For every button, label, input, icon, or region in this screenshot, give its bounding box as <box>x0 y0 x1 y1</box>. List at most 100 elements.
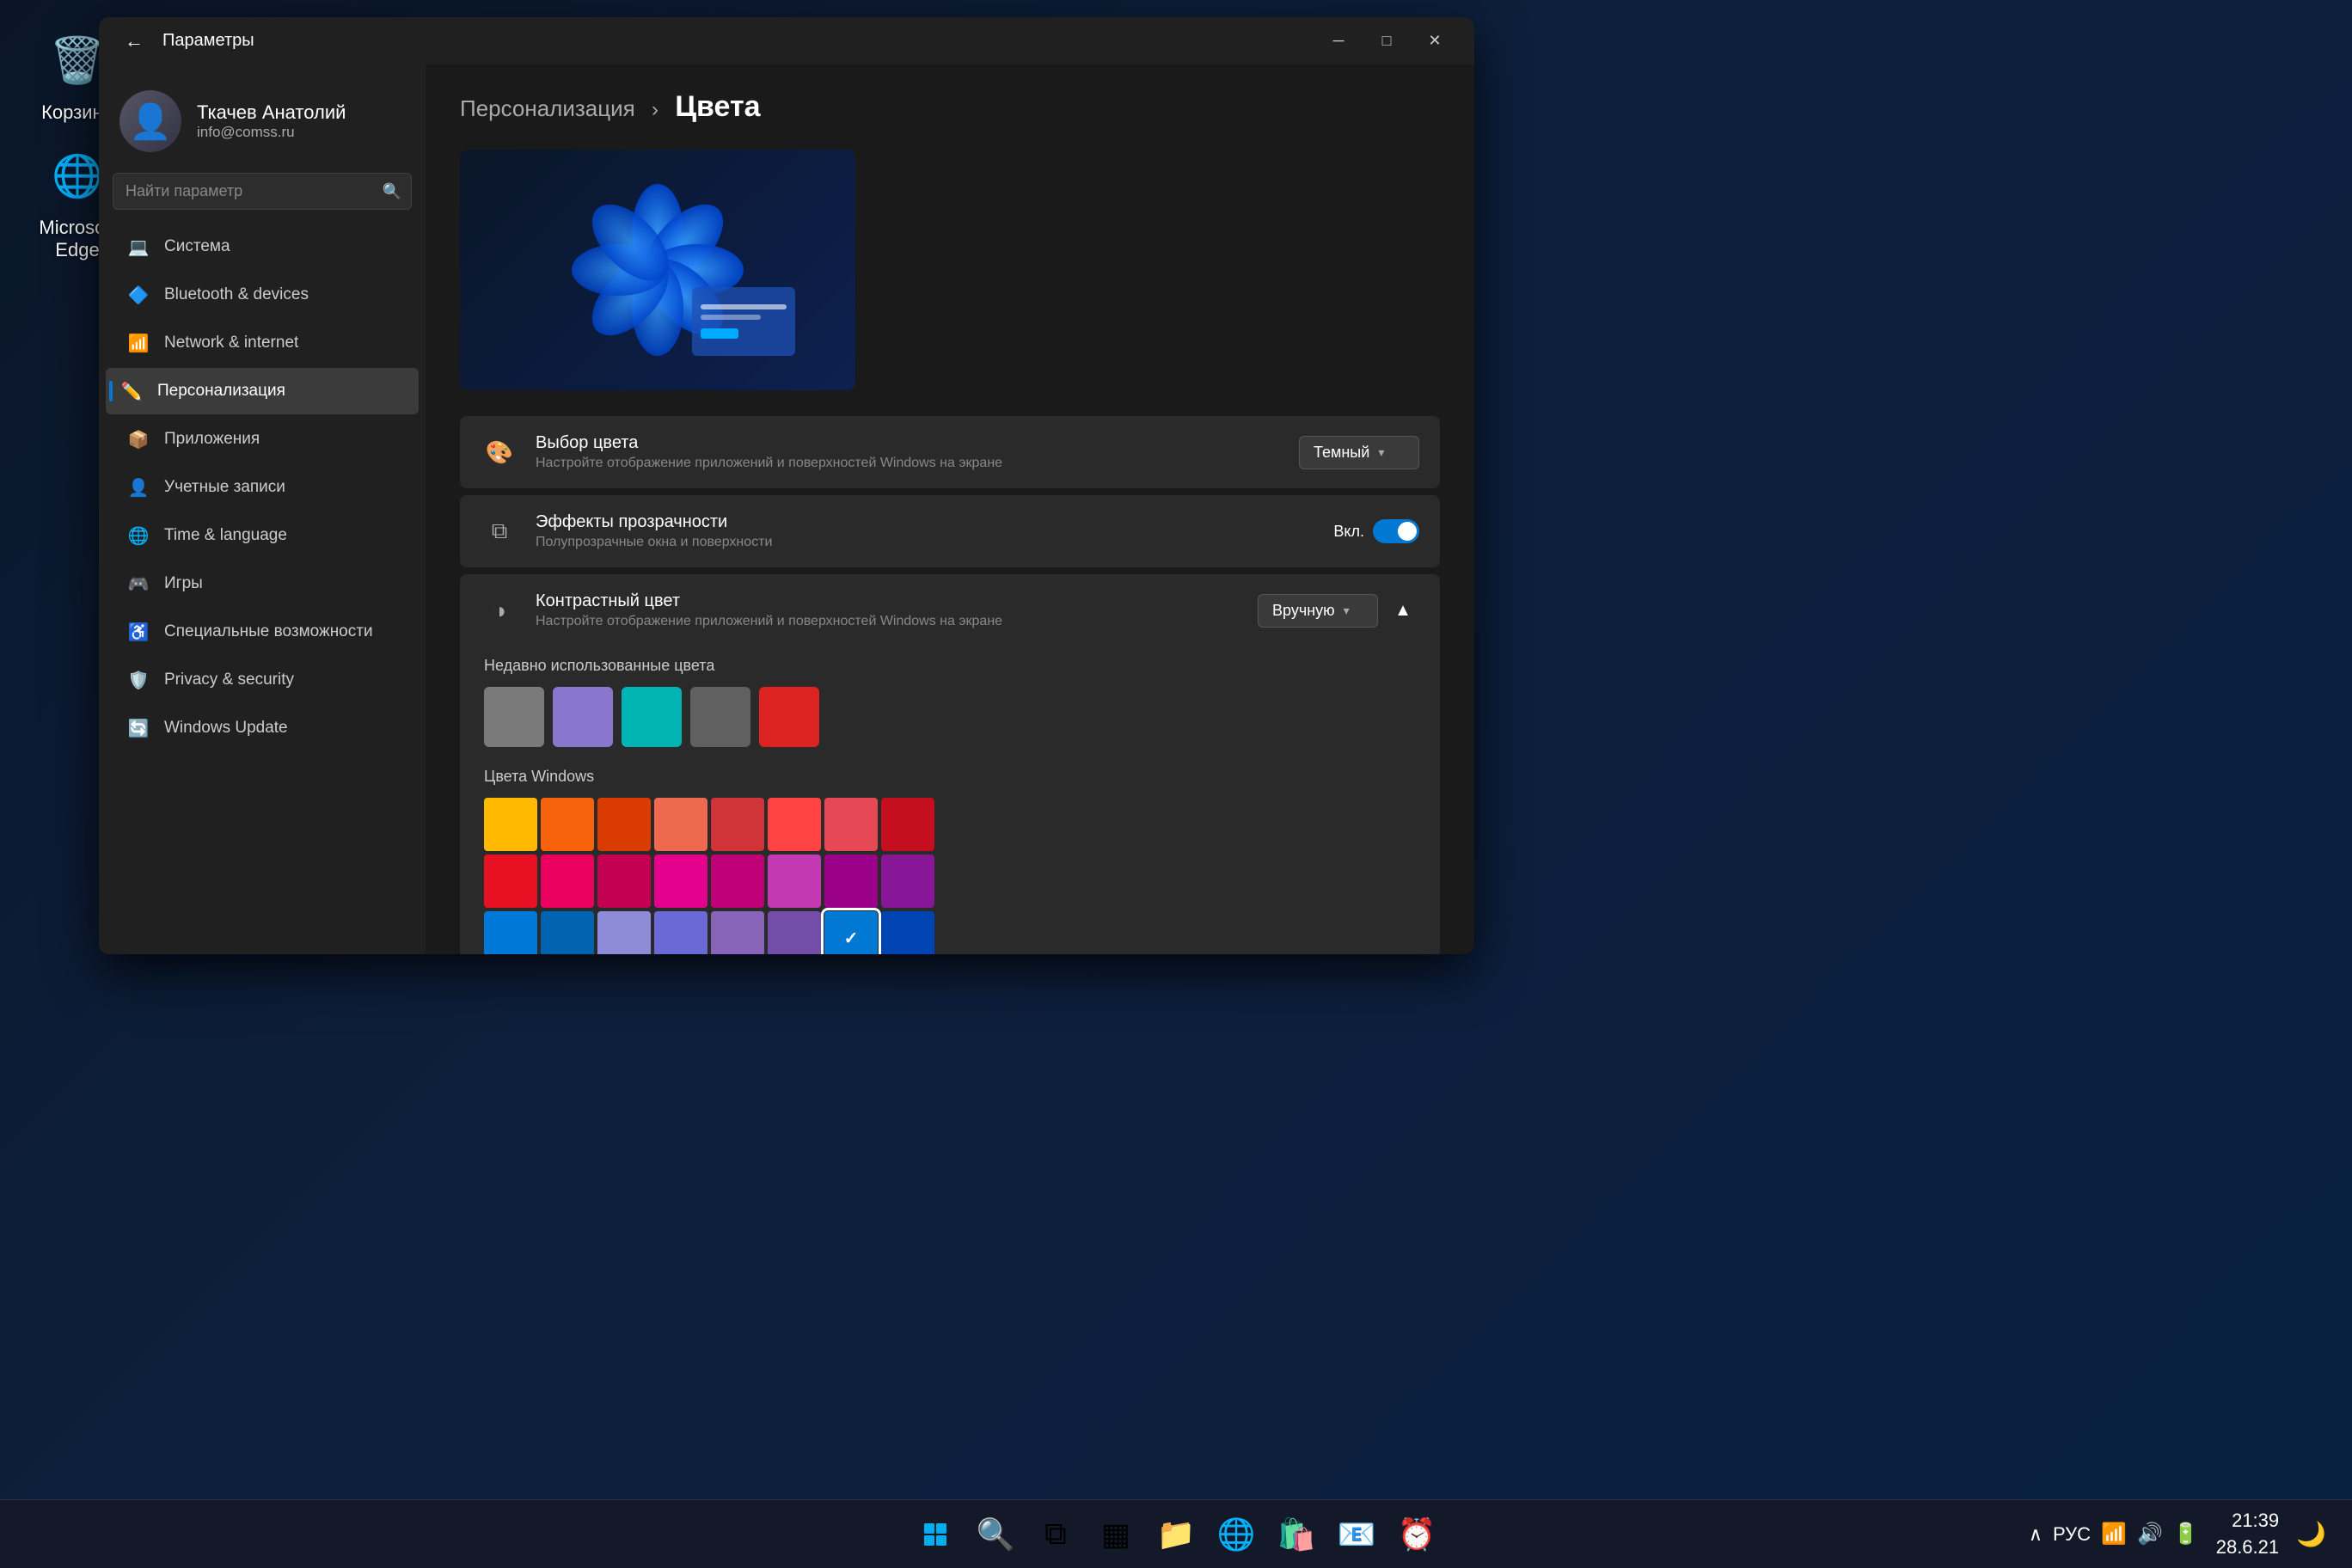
gaming-icon: 🎮 <box>126 572 150 596</box>
sidebar-item-personalization[interactable]: ✏️ Персонализация <box>106 368 419 414</box>
sidebar-item-personalization-label: Персонализация <box>157 382 285 401</box>
color-cell-1-3[interactable] <box>654 854 707 908</box>
sidebar-item-apps[interactable]: 📦 Приложения <box>106 416 419 462</box>
color-cell-1-6[interactable] <box>824 854 878 908</box>
window-controls: ─ □ ✕ <box>1316 25 1457 58</box>
contrast-expanded-section: Недавно использованные цвета Цвета Windo… <box>460 640 1440 954</box>
sidebar-item-time[interactable]: 🌐 Time & language <box>106 512 419 559</box>
breadcrumb-current: Цвета <box>675 90 760 123</box>
color-choice-title: Выбор цвета <box>536 433 1282 453</box>
time-icon: 🌐 <box>126 524 150 548</box>
search-input[interactable] <box>113 173 412 210</box>
minimize-button[interactable]: ─ <box>1316 25 1361 58</box>
contrast-control: Вручную ▾ ▲ <box>1258 594 1419 628</box>
color-cell-0-7[interactable] <box>881 798 934 851</box>
color-cell-1-1[interactable] <box>541 854 594 908</box>
transparency-control: Вкл. <box>1333 519 1419 543</box>
back-button[interactable]: ← <box>116 23 152 59</box>
search-taskbar-button[interactable]: 🔍 <box>970 1509 1021 1560</box>
network-icon: 📶 <box>126 331 150 355</box>
sidebar-item-windows-update[interactable]: 🔄 Windows Update <box>106 705 419 751</box>
color-choice-dropdown[interactable]: Темный ▾ <box>1299 436 1419 469</box>
color-cell-1-2[interactable] <box>597 854 651 908</box>
color-cell-2-4[interactable] <box>711 911 764 954</box>
transparency-toggle[interactable] <box>1373 519 1419 543</box>
maximize-button[interactable]: □ <box>1364 25 1409 58</box>
sidebar-item-bluetooth[interactable]: 🔷 Bluetooth & devices <box>106 272 419 318</box>
sidebar-item-network[interactable]: 📶 Network & internet <box>106 320 419 366</box>
recent-swatch-0[interactable] <box>484 687 544 747</box>
recent-colors-swatches <box>484 687 1416 747</box>
taskbar-center: 🔍 ⧉ ▦ 📁 🌐 🛍️ 📧 ⏰ <box>910 1509 1442 1560</box>
sidebar-item-accessibility[interactable]: ♿ Специальные возможности <box>106 609 419 655</box>
battery-icon[interactable]: 🔋 <box>2173 1522 2199 1547</box>
sidebar: 👤 Ткачев Анатолий info@comss.ru 🔍 💻 С <box>99 64 426 954</box>
color-cell-1-0[interactable] <box>484 854 537 908</box>
color-cell-0-5[interactable] <box>768 798 821 851</box>
color-cell-0-1[interactable] <box>541 798 594 851</box>
color-cell-2-0[interactable] <box>484 911 537 954</box>
mail-button[interactable]: 📧 <box>1331 1509 1382 1560</box>
search-box: 🔍 <box>113 173 412 210</box>
file-explorer-button[interactable]: 📁 <box>1150 1509 1202 1560</box>
sidebar-item-system[interactable]: 💻 Система <box>106 224 419 270</box>
color-cell-2-7[interactable] <box>881 911 934 954</box>
color-cell-1-7[interactable] <box>881 854 934 908</box>
breadcrumb-parent: Персонализация <box>460 95 635 121</box>
sidebar-item-bluetooth-label: Bluetooth & devices <box>164 285 309 304</box>
color-cell-2-6-selected[interactable]: ✓ <box>824 911 878 954</box>
color-cell-2-1[interactable] <box>541 911 594 954</box>
clock-button[interactable]: ⏰ <box>1391 1509 1442 1560</box>
sidebar-item-gaming[interactable]: 🎮 Игры <box>106 560 419 607</box>
color-cell-1-5[interactable] <box>768 854 821 908</box>
user-name: Ткачев Анатолий <box>197 101 405 124</box>
recent-swatch-3[interactable] <box>690 687 750 747</box>
window-title: Параметры <box>162 31 1316 51</box>
contrast-title: Контрастный цвет <box>536 591 1240 611</box>
sidebar-item-system-label: Система <box>164 237 230 256</box>
accounts-icon: 👤 <box>126 475 150 499</box>
start-button[interactable] <box>910 1509 961 1560</box>
windows-update-icon: 🔄 <box>126 716 150 740</box>
recent-swatch-1[interactable] <box>553 687 613 747</box>
notification-icon[interactable]: 🌙 <box>2296 1520 2326 1548</box>
color-cell-2-2[interactable] <box>597 911 651 954</box>
color-cell-2-3[interactable] <box>654 911 707 954</box>
taskbar-language[interactable]: РУС <box>2053 1523 2091 1546</box>
title-bar: ← Параметры ─ □ ✕ <box>99 17 1474 64</box>
taskbar-clock[interactable]: 21:39 28.6.21 <box>2216 1508 2279 1561</box>
color-cell-0-0[interactable] <box>484 798 537 851</box>
chevron-up-taskbar-icon[interactable]: ∧ <box>2029 1523 2043 1546</box>
sidebar-item-accounts[interactable]: 👤 Учетные записи <box>106 464 419 511</box>
volume-icon[interactable]: 🔊 <box>2137 1522 2163 1547</box>
bluetooth-icon: 🔷 <box>126 283 150 307</box>
color-grid: ✓ <box>484 798 1416 954</box>
search-taskbar-icon: 🔍 <box>977 1516 1015 1553</box>
toggle-thumb <box>1398 522 1417 541</box>
sidebar-item-privacy[interactable]: 🛡️ Privacy & security <box>106 657 419 703</box>
widgets-button[interactable]: ▦ <box>1090 1509 1142 1560</box>
contrast-expand-button[interactable]: ▲ <box>1387 594 1419 627</box>
transparency-desc: Полупрозрачные окна и поверхности <box>536 535 1316 550</box>
color-cell-0-3[interactable] <box>654 798 707 851</box>
color-cell-1-4[interactable] <box>711 854 764 908</box>
color-cell-0-4[interactable] <box>711 798 764 851</box>
color-cell-0-2[interactable] <box>597 798 651 851</box>
color-cell-0-6[interactable] <box>824 798 878 851</box>
edge-taskbar-button[interactable]: 🌐 <box>1210 1509 1262 1560</box>
user-info: Ткачев Анатолий info@comss.ru <box>197 101 405 141</box>
contrast-chevron-down-icon: ▾ <box>1344 603 1350 618</box>
color-choice-icon: 🎨 <box>481 433 518 471</box>
contrast-dropdown[interactable]: Вручную ▾ <box>1258 594 1378 628</box>
user-profile[interactable]: 👤 Ткачев Анатолий info@comss.ru <box>99 73 426 173</box>
color-cell-2-5[interactable] <box>768 911 821 954</box>
recent-swatch-4[interactable] <box>759 687 819 747</box>
close-button[interactable]: ✕ <box>1412 25 1457 58</box>
recent-swatch-2[interactable] <box>622 687 682 747</box>
task-view-button[interactable]: ⧉ <box>1030 1509 1081 1560</box>
sidebar-item-privacy-label: Privacy & security <box>164 671 294 689</box>
sidebar-item-time-label: Time & language <box>164 526 287 545</box>
store-button[interactable]: 🛍️ <box>1271 1509 1322 1560</box>
wifi-icon[interactable]: 📶 <box>2101 1522 2127 1547</box>
settings-window: ← Параметры ─ □ ✕ 👤 <box>99 17 1474 954</box>
